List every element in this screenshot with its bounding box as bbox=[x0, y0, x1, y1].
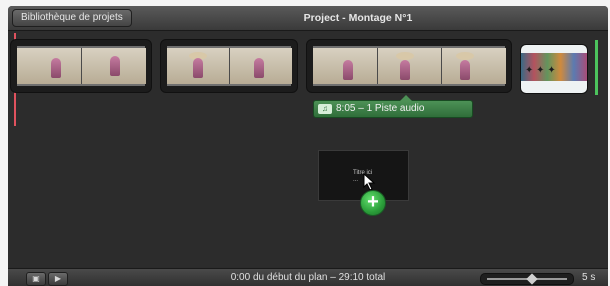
window-title: Project - Montage N°1 bbox=[303, 12, 413, 24]
status-text: 0:00 du début du plan – 29:10 total bbox=[230, 272, 386, 283]
clip-frame bbox=[441, 48, 506, 84]
clip-frame bbox=[229, 48, 292, 84]
person-figure bbox=[193, 58, 203, 78]
clip-frame bbox=[81, 48, 146, 84]
filmstrip bbox=[17, 46, 146, 86]
theme-clip-thumbnail[interactable]: ✦ ✦ ✦ bbox=[520, 44, 588, 94]
video-clip-2[interactable] bbox=[160, 39, 298, 93]
person-figure bbox=[343, 60, 353, 80]
play-icon[interactable]: ▶ bbox=[48, 272, 68, 286]
clip-frame bbox=[377, 48, 442, 84]
clip-end-marker bbox=[595, 40, 598, 95]
zoom-knob[interactable] bbox=[526, 273, 538, 285]
audio-track-text: 8:05 – 1 Piste audio bbox=[336, 103, 425, 114]
person-figure bbox=[254, 58, 264, 78]
imovie-window: Bibliothèque de projets Project - Montag… bbox=[8, 6, 608, 286]
person-figure bbox=[460, 60, 470, 80]
audio-track-badge[interactable]: ♫ 8:05 – 1 Piste audio bbox=[313, 95, 473, 118]
clip-frame bbox=[167, 48, 229, 84]
zoom-slider[interactable] bbox=[480, 273, 574, 285]
clip-frame bbox=[313, 48, 377, 84]
zoom-level-label: 5 s bbox=[582, 272, 596, 283]
person-figure bbox=[110, 56, 120, 76]
thumbnail-art: ✦ ✦ ✦ bbox=[525, 65, 556, 76]
bottom-toolbar: ▣ ▶ 0:00 du début du plan – 29:10 total … bbox=[8, 268, 608, 286]
video-clip-3[interactable] bbox=[306, 39, 512, 93]
person-figure bbox=[51, 58, 61, 78]
title-bar: Bibliothèque de projets Project - Montag… bbox=[8, 6, 608, 31]
camera-icon[interactable]: ▣ bbox=[26, 272, 46, 286]
project-timeline[interactable]: ✦ ✦ ✦ ♫ 8:05 – 1 Piste audio Titre ici .… bbox=[8, 31, 608, 267]
plus-circle-icon: + bbox=[360, 190, 386, 216]
filmstrip bbox=[313, 46, 506, 86]
project-library-button[interactable]: Bibliothèque de projets bbox=[12, 9, 132, 27]
filmstrip bbox=[167, 46, 292, 86]
video-clip-1[interactable] bbox=[10, 39, 152, 93]
clip-frame bbox=[17, 48, 81, 84]
audio-track-icon: ♫ bbox=[318, 104, 332, 114]
person-figure bbox=[400, 60, 410, 80]
hat-shape bbox=[396, 52, 414, 60]
hat-shape bbox=[456, 52, 474, 60]
